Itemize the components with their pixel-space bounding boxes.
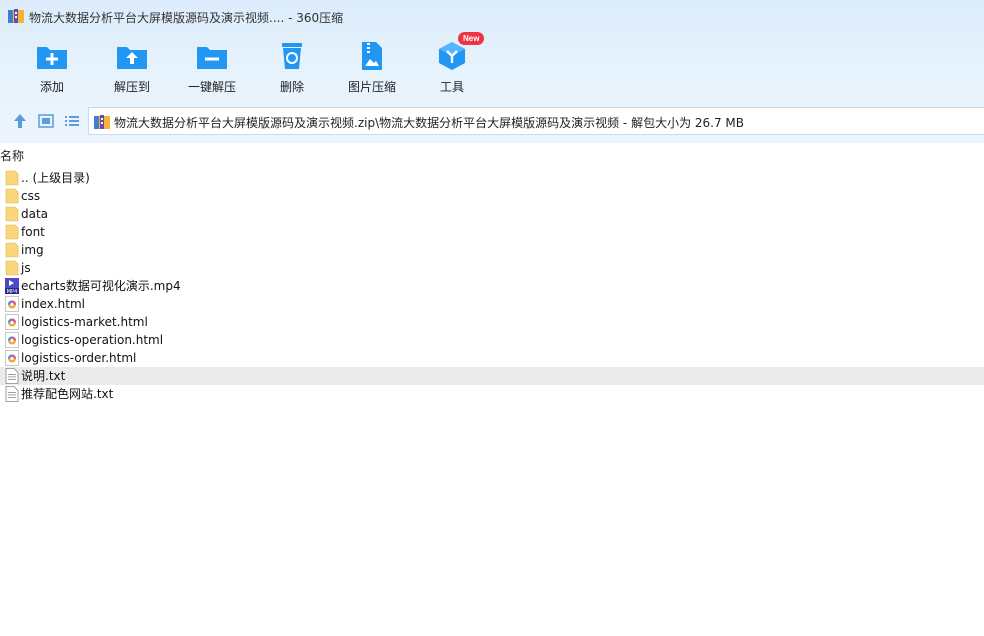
text-file-icon	[5, 368, 19, 384]
add-label: 添加	[39, 80, 64, 94]
address-bar[interactable]: 物流大数据分析平台大屏模版源码及演示视频.zip\物流大数据分析平台大屏模版源码…	[88, 107, 984, 135]
recycle-bin-icon	[282, 43, 302, 69]
folder-icon	[5, 242, 19, 258]
add-folder-icon	[37, 47, 67, 69]
folder-icon	[5, 224, 19, 240]
tools-button[interactable]: New 工具	[412, 32, 492, 98]
list-item[interactable]: font	[0, 223, 984, 241]
one-click-extract-button[interactable]: 一键解压	[172, 36, 252, 98]
file-list: .. (上级目录) css data font img js MP4 echar…	[0, 169, 984, 403]
list-item[interactable]: logistics-order.html	[0, 349, 984, 367]
html-browser-icon	[5, 296, 19, 312]
list-item[interactable]: .. (上级目录)	[0, 169, 984, 187]
list-item[interactable]: 说明.txt	[0, 367, 984, 385]
extract-folder-icon	[117, 47, 147, 69]
delete-button[interactable]: 删除	[252, 36, 332, 98]
toolbar: 添加 解压到 一键解压 删除 图片压缩 New 工具	[0, 32, 984, 98]
html-browser-icon	[5, 332, 19, 348]
html-browser-icon	[5, 350, 19, 366]
top-panel: 物流大数据分析平台大屏模版源码及演示视频.... - 360压缩 添加 解压到 …	[0, 0, 984, 143]
image-compress-button[interactable]: 图片压缩	[332, 36, 412, 98]
extract-to-button[interactable]: 解压到	[92, 36, 172, 98]
one-click-folder-icon	[197, 47, 227, 69]
add-button[interactable]: 添加	[12, 36, 92, 98]
window-title: 物流大数据分析平台大屏模版源码及演示视频.... - 360压缩	[29, 11, 344, 25]
archive-app-icon	[8, 9, 24, 23]
one-click-extract-label: 一键解压	[187, 80, 236, 94]
list-item[interactable]: logistics-market.html	[0, 313, 984, 331]
navigation-row: 物流大数据分析平台大屏模版源码及演示视频.zip\物流大数据分析平台大屏模版源码…	[0, 106, 984, 136]
list-item[interactable]: logistics-operation.html	[0, 331, 984, 349]
list-item[interactable]: index.html	[0, 295, 984, 313]
image-compress-label: 图片压缩	[347, 80, 396, 94]
extract-to-label: 解压到	[113, 80, 150, 94]
list-item[interactable]: data	[0, 205, 984, 223]
new-badge: New	[458, 32, 485, 45]
address-path: 物流大数据分析平台大屏模版源码及演示视频.zip\物流大数据分析平台大屏模版源码…	[114, 116, 745, 130]
tools-label: 工具	[439, 80, 464, 94]
list-view-icon[interactable]	[63, 112, 81, 130]
title-bar: 物流大数据分析平台大屏模版源码及演示视频.... - 360压缩	[0, 0, 984, 32]
list-item[interactable]: MP4 echarts数据可视化演示.mp4	[0, 277, 984, 295]
list-item[interactable]: js	[0, 259, 984, 277]
thumbnail-view-icon[interactable]	[37, 112, 55, 130]
column-header-name[interactable]: 名称	[0, 147, 24, 164]
html-browser-icon	[5, 314, 19, 330]
svg-text:MP4: MP4	[7, 289, 18, 294]
folder-icon	[5, 188, 19, 204]
folder-icon	[5, 206, 19, 222]
mp4-video-icon: MP4	[5, 278, 19, 294]
folder-icon	[5, 260, 19, 276]
list-item[interactable]: 推荐配色网站.txt	[0, 385, 984, 403]
text-file-icon	[5, 386, 19, 402]
list-item[interactable]: img	[0, 241, 984, 259]
up-arrow-icon[interactable]	[11, 112, 29, 130]
image-zip-icon	[362, 42, 382, 70]
list-item[interactable]: css	[0, 187, 984, 205]
zip-archive-icon	[94, 115, 110, 129]
delete-label: 删除	[279, 80, 304, 94]
folder-icon	[5, 170, 19, 186]
